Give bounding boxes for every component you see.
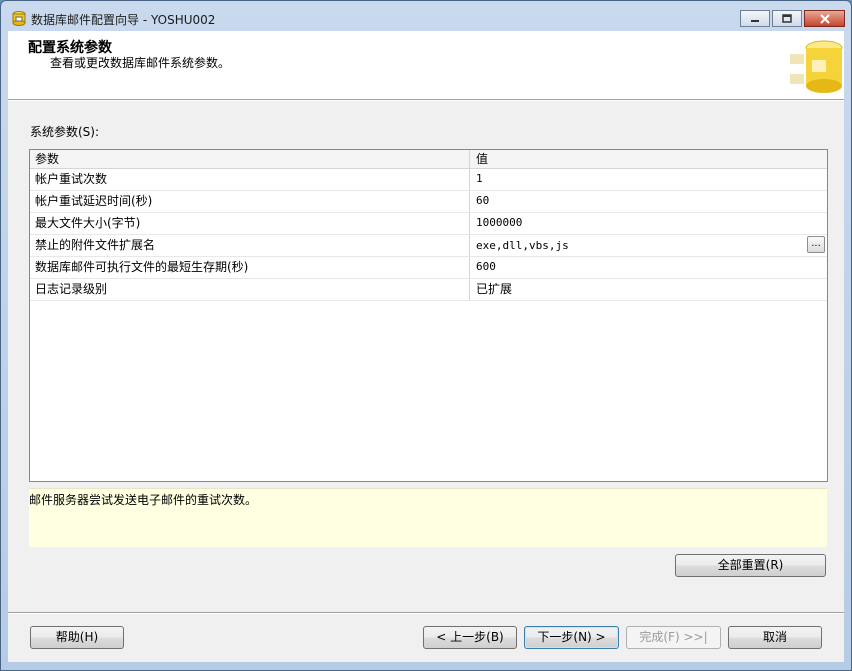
param-value[interactable]: 60 <box>470 191 827 212</box>
close-icon <box>819 13 830 24</box>
minimize-button[interactable] <box>740 10 770 27</box>
page-subtitle: 查看或更改数据库邮件系统参数。 <box>50 56 231 70</box>
description-panel: 邮件服务器尝试发送电子邮件的重试次数。 <box>29 488 827 547</box>
param-name: 帐户重试次数 <box>30 169 470 190</box>
param-name: 数据库邮件可执行文件的最短生存期(秒) <box>30 257 470 278</box>
column-header-param[interactable]: 参数 <box>30 150 470 168</box>
param-value-cell[interactable]: exe,dll,vbs,js ... <box>470 235 827 256</box>
table-row[interactable]: 帐户重试次数 1 <box>30 169 827 191</box>
params-grid[interactable]: 参数 值 帐户重试次数 1 帐户重试延迟时间(秒) 60 最大文件大小(字节) … <box>29 149 828 482</box>
column-header-value[interactable]: 值 <box>470 150 827 168</box>
window-title: 数据库邮件配置向导 - YOSHU002 <box>31 13 216 27</box>
database-mail-icon <box>12 11 26 26</box>
param-name: 禁止的附件文件扩展名 <box>30 235 470 256</box>
title-bar: 数据库邮件配置向导 - YOSHU002 <box>1 1 851 31</box>
param-name: 日志记录级别 <box>30 279 470 300</box>
param-value[interactable]: 1 <box>470 169 827 190</box>
maximize-button[interactable] <box>772 10 802 27</box>
param-name: 最大文件大小(字节) <box>30 213 470 234</box>
table-row[interactable]: 禁止的附件文件扩展名 exe,dll,vbs,js ... <box>30 235 827 257</box>
table-row[interactable]: 数据库邮件可执行文件的最短生存期(秒) 600 <box>30 257 827 279</box>
param-value[interactable]: 600 <box>470 257 827 278</box>
grid-header: 参数 值 <box>30 150 827 169</box>
table-row[interactable]: 日志记录级别 已扩展 <box>30 279 827 301</box>
wizard-content: 配置系统参数 查看或更改数据库邮件系统参数。 系统参数(S): 参数 值 帐户重… <box>8 31 844 662</box>
param-name: 帐户重试延迟时间(秒) <box>30 191 470 212</box>
system-params-label: 系统参数(S): <box>30 125 100 139</box>
param-value[interactable]: 1000000 <box>470 213 827 234</box>
table-row[interactable]: 帐户重试延迟时间(秒) 60 <box>30 191 827 213</box>
maximize-icon <box>782 13 792 23</box>
finish-button[interactable]: 完成(F) >>| <box>626 626 721 649</box>
param-value: exe,dll,vbs,js <box>476 239 569 252</box>
wizard-window: 数据库邮件配置向导 - YOSHU002 配置系统参数 查看或更改数据库邮件系统… <box>0 0 852 671</box>
caption-buttons <box>738 10 845 27</box>
database-icon <box>788 36 844 96</box>
footer-divider <box>8 612 844 614</box>
next-button[interactable]: 下一步(N) > <box>524 626 619 649</box>
ellipsis-button[interactable]: ... <box>807 236 825 253</box>
minimize-icon <box>751 19 759 22</box>
param-value[interactable]: 已扩展 <box>470 279 827 300</box>
back-button[interactable]: < 上一步(B) <box>423 626 517 649</box>
reset-all-button[interactable]: 全部重置(R) <box>675 554 826 577</box>
description-text: 邮件服务器尝试发送电子邮件的重试次数。 <box>29 493 258 507</box>
table-row[interactable]: 最大文件大小(字节) 1000000 <box>30 213 827 235</box>
help-button[interactable]: 帮助(H) <box>30 626 124 649</box>
header-divider <box>8 100 844 101</box>
wizard-header: 配置系统参数 查看或更改数据库邮件系统参数。 <box>8 31 844 100</box>
cancel-button[interactable]: 取消 <box>728 626 822 649</box>
close-button[interactable] <box>804 10 845 27</box>
